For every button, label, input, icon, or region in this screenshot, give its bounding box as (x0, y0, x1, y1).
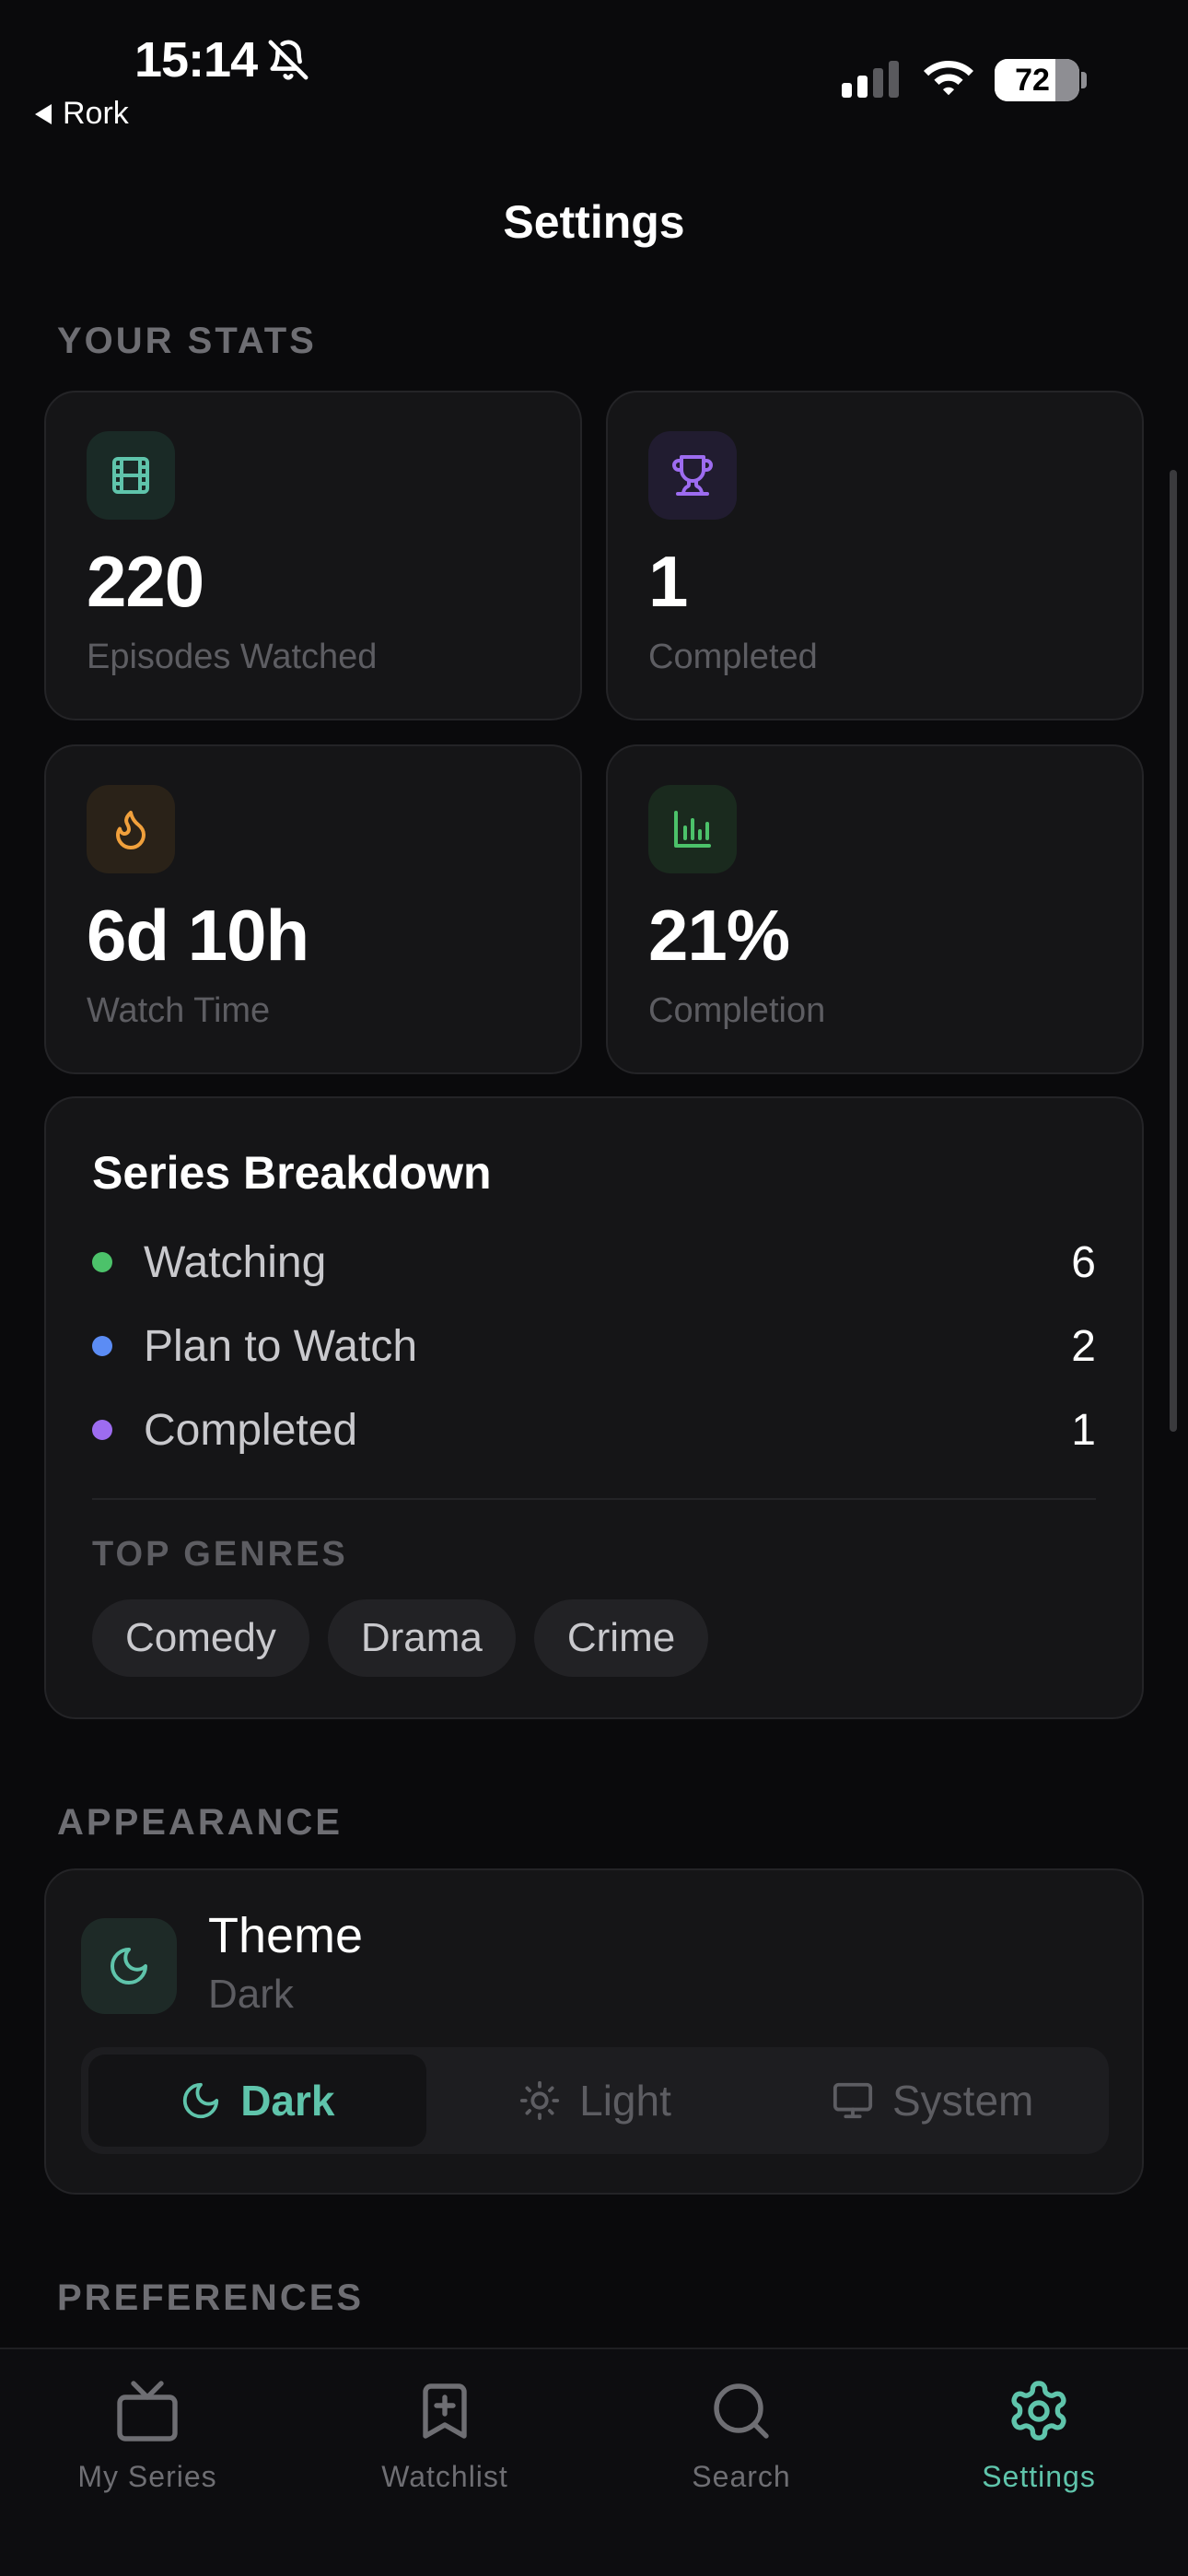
status-dot (92, 1252, 112, 1272)
breakdown-row-count: 1 (1071, 1405, 1096, 1455)
tab-watchlist[interactable]: Watchlist (334, 2371, 555, 2494)
breakdown-row-label: Watching (144, 1237, 327, 1287)
trophy-icon (648, 431, 737, 520)
divider (92, 1498, 1096, 1500)
back-to-app-button[interactable]: Rork (35, 96, 129, 132)
stat-value: 6d 10h (87, 895, 309, 976)
cellular-signal-icon (842, 61, 899, 98)
wifi-icon (924, 61, 973, 96)
stat-label: Episodes Watched (87, 638, 378, 676)
status-dot (92, 1420, 112, 1440)
top-genres-label: TOP GENRES (92, 1535, 348, 1574)
battery-nub (1081, 72, 1087, 88)
stat-label: Completed (648, 638, 818, 676)
moon-icon (183, 2082, 219, 2119)
stat-card-episodes: 220 Episodes Watched (44, 391, 582, 720)
status-time: 15:14 (134, 32, 258, 88)
breakdown-row-completed: Completed 1 (92, 1402, 1096, 1458)
stat-value: 21% (648, 895, 790, 976)
theme-option-label: System (891, 2077, 1034, 2125)
breakdown-row-count: 2 (1071, 1321, 1096, 1371)
genre-chips: Comedy Drama Crime (92, 1599, 709, 1677)
tab-label: My Series (77, 2460, 217, 2493)
tab-settings[interactable]: Settings (928, 2371, 1149, 2494)
gear-icon (928, 2371, 1149, 2451)
monitor-icon (833, 2082, 873, 2119)
theme-card: Theme Dark Dark Light System (44, 1868, 1144, 2195)
tab-label: Search (692, 2460, 791, 2493)
theme-option-label: Dark (240, 2077, 335, 2125)
stat-value: 1 (648, 541, 688, 622)
tab-my-series[interactable]: My Series (37, 2371, 258, 2494)
theme-option-light[interactable]: Light (426, 2055, 764, 2147)
breakdown-row-watching: Watching 6 (92, 1235, 1096, 1290)
stat-card-completion: 21% Completion (606, 744, 1144, 1074)
section-label-your-stats: YOUR STATS (57, 321, 317, 361)
stat-label: Completion (648, 991, 826, 1030)
back-triangle-icon (35, 103, 52, 124)
film-icon (87, 431, 175, 520)
stat-label: Watch Time (87, 991, 271, 1030)
settings-screen: 15:14 Rork 72 Settings YOUR STATS 220 Ep… (0, 0, 1188, 2576)
status-dot (92, 1336, 112, 1356)
tab-bar: My Series Watchlist Search Settings (0, 2348, 1188, 2576)
back-label: Rork (63, 96, 129, 131)
search-icon (631, 2371, 852, 2451)
breakdown-row-count: 6 (1071, 1237, 1096, 1287)
theme-title: Theme (208, 1908, 364, 1963)
stat-card-completed: 1 Completed (606, 391, 1144, 720)
theme-current-value: Dark (208, 1972, 294, 2017)
theme-option-system[interactable]: System (763, 2055, 1101, 2147)
moon-icon (81, 1918, 177, 2014)
tab-search[interactable]: Search (631, 2371, 852, 2494)
bell-muted-icon (268, 40, 309, 80)
theme-option-label: Light (579, 2077, 671, 2125)
battery-level: 72 (1015, 63, 1050, 98)
stat-card-watch-time: 6d 10h Watch Time (44, 744, 582, 1074)
stat-value: 220 (87, 541, 204, 622)
section-label-appearance: APPEARANCE (57, 1802, 344, 1843)
theme-option-dark[interactable]: Dark (88, 2055, 426, 2147)
bar-chart-icon (648, 785, 737, 873)
battery-indicator: 72 (995, 59, 1079, 101)
tab-label: Settings (982, 2460, 1096, 2493)
scrollbar[interactable] (1170, 470, 1177, 1432)
tab-label: Watchlist (381, 2460, 508, 2493)
section-label-preferences: PREFERENCES (57, 2277, 365, 2318)
flame-icon (87, 785, 175, 873)
theme-segmented-control: Dark Light System (81, 2047, 1109, 2154)
series-breakdown-card: Series Breakdown Watching 6 Plan to Watc… (44, 1096, 1144, 1719)
page-title: Settings (503, 196, 685, 248)
breakdown-row-label: Completed (144, 1405, 358, 1455)
breakdown-row-plan-to-watch: Plan to Watch 2 (92, 1318, 1096, 1374)
bookmark-plus-icon (334, 2371, 555, 2451)
genre-chip: Drama (327, 1599, 516, 1677)
tv-icon (37, 2371, 258, 2451)
series-breakdown-title: Series Breakdown (92, 1147, 492, 1199)
genre-chip: Crime (533, 1599, 709, 1677)
genre-chip: Comedy (92, 1599, 309, 1677)
sun-icon (520, 2080, 560, 2121)
breakdown-row-label: Plan to Watch (144, 1321, 418, 1371)
